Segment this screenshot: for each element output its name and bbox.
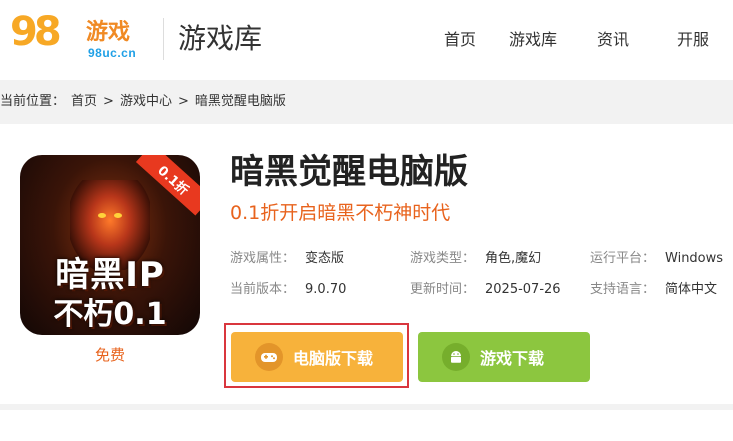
info-version: 当前版本： 9.0.70 xyxy=(230,281,346,299)
game-title: 暗黑觉醒电脑版 xyxy=(230,152,468,192)
breadcrumb-prefix: 当前位置： xyxy=(0,94,66,109)
info-label: 游戏属性： xyxy=(230,251,296,266)
demon-eye-icon xyxy=(114,213,122,218)
header-divider xyxy=(163,18,164,60)
pc-download-button[interactable]: 电脑版下载 xyxy=(231,332,403,382)
breadcrumb: 当前位置： 首页 > 游戏中心 > 暗黑觉醒电脑版 xyxy=(0,93,292,111)
info-label: 更新时间： xyxy=(410,282,476,297)
info-platform: 运行平台： Windows xyxy=(590,250,723,268)
breadcrumb-game-center[interactable]: 游戏中心 xyxy=(120,94,172,109)
section-title: 游戏库 xyxy=(178,22,263,55)
demon-eye-icon xyxy=(98,213,106,218)
price-label: 免费 xyxy=(94,346,125,364)
site-logo[interactable]: 98 游戏 98uc.cn xyxy=(10,6,160,68)
info-value: 角色,魔幻 xyxy=(485,251,542,266)
info-value: 简体中文 xyxy=(665,282,718,297)
gamepad-icon xyxy=(255,343,283,371)
logo-number: 98 xyxy=(10,9,62,55)
game-icon[interactable]: 0.1折 暗黑IP 不朽0.1 xyxy=(20,155,200,335)
info-label: 游戏类型： xyxy=(410,251,476,266)
breadcrumb-current[interactable]: 暗黑觉醒电脑版 xyxy=(195,94,286,109)
main-nav: 首页 游戏库 资讯 开服 xyxy=(427,0,733,80)
game-download-button[interactable]: 游戏下载 xyxy=(418,332,590,382)
breadcrumb-separator: > xyxy=(103,94,114,109)
info-value: 变态版 xyxy=(305,251,345,266)
info-label: 支持语言： xyxy=(590,282,656,297)
icon-title-line2: 不朽0.1 xyxy=(53,297,167,332)
next-section-card xyxy=(0,410,733,441)
nav-server[interactable]: 开服 xyxy=(653,0,733,80)
info-label: 当前版本： xyxy=(230,282,296,297)
info-type: 游戏类型： 角色,魔幻 xyxy=(410,250,541,268)
info-label: 运行平台： xyxy=(590,251,656,266)
game-download-label: 游戏下载 xyxy=(480,349,545,368)
info-update-time: 更新时间： 2025-07-26 xyxy=(410,281,561,299)
breadcrumb-separator: > xyxy=(177,94,189,109)
info-value: 9.0.70 xyxy=(305,282,347,297)
nav-news[interactable]: 资讯 xyxy=(573,0,653,80)
android-icon xyxy=(442,343,470,371)
breadcrumb-home[interactable]: 首页 xyxy=(71,94,97,109)
game-slogan: 0.1折开启暗黑不朽神时代 xyxy=(230,202,451,224)
info-value: 2025-07-26 xyxy=(485,282,561,297)
site-header: 98 游戏 98uc.cn 游戏库 首页 游戏库 资讯 开服 xyxy=(0,0,733,80)
logo-text: 游戏 xyxy=(86,20,131,45)
info-attribute: 游戏属性： 变态版 xyxy=(230,250,344,268)
info-value: Windows xyxy=(665,251,724,266)
nav-game-library[interactable]: 游戏库 xyxy=(493,0,573,80)
pc-download-label: 电脑版下载 xyxy=(293,349,374,368)
logo-url: 98uc.cn xyxy=(88,46,137,60)
info-language: 支持语言： 简体中文 xyxy=(590,281,717,299)
nav-home[interactable]: 首页 xyxy=(427,0,493,80)
